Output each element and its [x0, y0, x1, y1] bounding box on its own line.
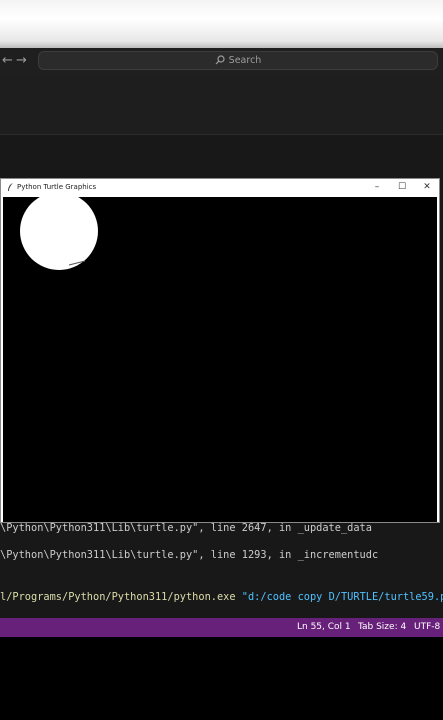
command-center-search[interactable]: Search: [38, 51, 438, 70]
editor-area: [0, 76, 443, 135]
maximize-button[interactable]: ☐: [390, 179, 414, 196]
script-path-argument: "d:/code copy D/TURTLE/turtle59.py": [241, 591, 443, 603]
turtle-window-title-bar[interactable]: Python Turtle Graphics – ☐ ✕: [1, 179, 439, 196]
cursor-position[interactable]: Ln 55, Col 1: [297, 618, 351, 637]
white-circle: [20, 197, 98, 270]
editor-title-bar: ← → Search: [0, 48, 443, 76]
search-placeholder: Search: [228, 55, 262, 66]
encoding[interactable]: UTF-8: [414, 618, 440, 637]
tab-size[interactable]: Tab Size: 4: [358, 618, 406, 637]
feather-icon: [8, 183, 13, 191]
close-button[interactable]: ✕: [415, 179, 439, 196]
terminal-line: \Python\Python311\Lib\turtle.py", line 2…: [0, 522, 372, 534]
python-exe-path: l/Programs/Python/Python311/python.exe: [0, 591, 236, 603]
search-icon: [215, 55, 225, 65]
turtle-window-title: Python Turtle Graphics: [17, 183, 97, 191]
terminal-command-line: l/Programs/Python/Python311/python.exe "…: [0, 591, 443, 604]
screen-glare: [0, 0, 443, 48]
turtle-drawing: [20, 197, 98, 270]
minimize-button[interactable]: –: [365, 179, 389, 196]
turtle-canvas[interactable]: [3, 197, 437, 522]
terminal-line: \Python\Python311\Lib\turtle.py", line 1…: [0, 549, 379, 561]
back-arrow-icon[interactable]: ←: [2, 53, 13, 69]
forward-arrow-icon[interactable]: →: [16, 53, 27, 69]
screen-bottom: [0, 637, 443, 720]
turtle-graphics-window[interactable]: Python Turtle Graphics – ☐ ✕: [0, 178, 440, 523]
status-bar: Ln 55, Col 1 Tab Size: 4 UTF-8: [0, 618, 443, 637]
